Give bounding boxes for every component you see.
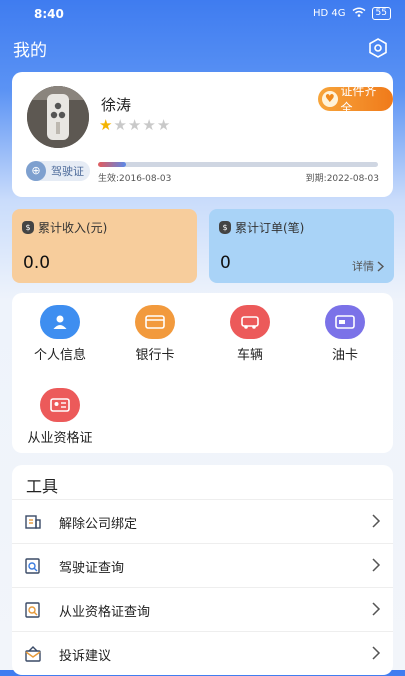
rating-stars: ★★★★★ [99, 116, 171, 134]
chevron-right-icon [377, 260, 384, 272]
chevron-right-icon [372, 514, 381, 528]
star-empty-icon: ★ [142, 116, 157, 134]
function-grid: 个人信息 银行卡 车辆 油卡 从业资格证 [12, 293, 393, 453]
feedback-icon [25, 646, 41, 662]
bank-card-icon [135, 305, 175, 339]
income-stat-card[interactable]: $ 累计收入(元) 0.0 [12, 209, 197, 283]
chevron-right-icon [372, 646, 381, 660]
star-empty-icon: ★ [113, 116, 128, 134]
income-value: 0.0 [23, 253, 51, 273]
orders-label: $ 累计订单(笔) [219, 219, 304, 236]
cert-complete-badge[interactable]: ♥ 证件齐全 [318, 84, 393, 115]
grid-item-label: 银行卡 [135, 348, 175, 363]
orders-label-text: 累计订单(笔) [235, 221, 305, 235]
money-bag-icon: $ [219, 221, 231, 234]
grid-item-fuel-card[interactable]: 油卡 [305, 305, 385, 363]
grid-item-vehicle[interactable]: 车辆 [210, 305, 290, 363]
star-empty-icon: ★ [156, 116, 172, 134]
chevron-right-icon [372, 558, 381, 572]
license-search-icon [25, 558, 40, 574]
vehicle-icon [230, 305, 270, 339]
tools-title: 工具 [26, 477, 59, 496]
qualification-search-icon [25, 602, 40, 618]
detail-label: 详情 [352, 260, 374, 273]
orders-detail-link[interactable]: 详情 [352, 258, 384, 274]
driver-license-pill[interactable]: ⊕ 驾驶证 [26, 161, 90, 181]
grid-item-label: 车辆 [236, 348, 263, 363]
unbind-company-icon [25, 515, 41, 529]
cert-badge-label: 证件齐全 [340, 84, 377, 115]
signal-icon: HD 4G [313, 8, 346, 19]
valid-to-date: 到期:2022-08-03 [305, 174, 379, 184]
tool-label: 从业资格证查询 [59, 605, 151, 620]
tool-label: 解除公司绑定 [59, 517, 138, 532]
star-filled-icon: ★ [99, 116, 114, 134]
tool-item-qualification-query[interactable]: 从业资格证查询 [12, 587, 393, 632]
avatar[interactable] [27, 86, 89, 148]
tool-item-feedback[interactable]: 投诉建议 [12, 631, 393, 676]
steering-wheel-icon: ⊕ [26, 161, 46, 181]
page-title: 我的 [13, 41, 47, 61]
money-bag-icon: $ [22, 221, 34, 234]
profile-card: 徐涛 ★★★★★ ♥ 证件齐全 ⊕ 驾驶证 生效:2016-08-03 到期:2… [12, 72, 393, 197]
grid-item-label: 油卡 [331, 348, 358, 363]
settings-icon[interactable] [367, 37, 389, 59]
tool-label: 投诉建议 [59, 649, 112, 664]
license-label: 驾驶证 [51, 165, 84, 178]
grid-item-label: 从业资格证 [27, 431, 93, 446]
orders-stat-card[interactable]: $ 累计订单(笔) 0 详情 [209, 209, 394, 283]
top-bar: 我的 [0, 28, 405, 68]
tool-label: 驾驶证查询 [59, 561, 125, 576]
income-label: $ 累计收入(元) [22, 219, 107, 236]
user-name: 徐涛 [101, 96, 132, 114]
tool-item-license-query[interactable]: 驾驶证查询 [12, 543, 393, 588]
chevron-right-icon [372, 602, 381, 616]
heart-icon: ♥ [322, 91, 338, 107]
qualification-icon [40, 388, 80, 422]
progress-fill [98, 162, 126, 167]
license-validity-progress [98, 162, 378, 167]
person-icon [40, 305, 80, 339]
grid-item-personal-info[interactable]: 个人信息 [20, 305, 100, 363]
status-icons: HD 4G 55 [313, 7, 391, 20]
grid-item-qualification[interactable]: 从业资格证 [20, 388, 100, 446]
battery-icon: 55 [371, 7, 391, 20]
orders-value: 0 [220, 253, 231, 273]
star-empty-icon: ★ [127, 116, 143, 134]
wifi-icon [352, 7, 366, 20]
income-label-text: 累计收入(元) [38, 221, 108, 235]
grid-item-label: 个人信息 [33, 348, 86, 363]
tool-item-unbind-company[interactable]: 解除公司绑定 [12, 499, 393, 544]
status-bar: 8:40 HD 4G 55 [0, 0, 405, 28]
valid-from-date: 生效:2016-08-03 [98, 174, 172, 184]
grid-item-bank-card[interactable]: 银行卡 [115, 305, 195, 363]
status-time: 8:40 [34, 7, 64, 21]
fuel-card-icon [325, 305, 365, 339]
tools-card: 工具 解除公司绑定 驾驶证查询 从业资格证查询 投诉建议 [12, 465, 393, 675]
